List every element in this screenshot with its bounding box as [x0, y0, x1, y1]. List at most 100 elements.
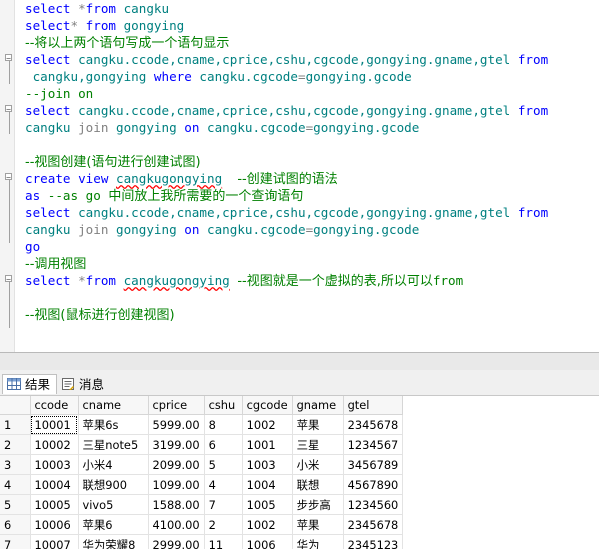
- row-number[interactable]: 4: [0, 474, 31, 495]
- table-row[interactable]: 1 10001 苹果6s 5999.00 8 1002 苹果 2345678: [0, 414, 404, 435]
- code-line[interactable]: select cangku.ccode,cname,cprice,cshu,cg…: [25, 102, 548, 119]
- code-line[interactable]: select cangku.ccode,cname,cprice,cshu,cg…: [25, 204, 548, 221]
- fold-toggle-icon[interactable]: −: [5, 54, 12, 63]
- cell-gname[interactable]: 苹果: [292, 514, 344, 535]
- cell-cgcode[interactable]: 1004: [242, 474, 293, 495]
- row-number[interactable]: 7: [0, 534, 31, 549]
- cell-cprice[interactable]: 4100.00: [148, 514, 205, 535]
- cell-cprice[interactable]: 3199.00: [148, 434, 205, 455]
- cell-cname[interactable]: 华为荣耀8: [78, 534, 149, 549]
- cell-ccode[interactable]: 10003: [30, 454, 79, 475]
- cell-ccode[interactable]: 10004: [30, 474, 79, 495]
- cell-cprice[interactable]: 2999.00: [148, 534, 205, 549]
- cell-cprice[interactable]: 2099.00: [148, 454, 205, 475]
- code-line[interactable]: select *from cangku: [25, 0, 169, 17]
- table-row[interactable]: 6 10006 苹果6 4100.00 2 1002 苹果 2345678: [0, 514, 404, 535]
- code-line[interactable]: as --as go 中间放上我所需要的一个查询语句: [25, 187, 303, 204]
- code-line[interactable]: --视图创建(语句进行创建试图): [25, 153, 201, 170]
- cell-ccode[interactable]: 10007: [30, 534, 79, 549]
- pane-splitter[interactable]: [0, 352, 599, 371]
- column-header-gtel[interactable]: gtel: [343, 396, 404, 415]
- row-number-header[interactable]: [0, 396, 31, 415]
- cell-gname[interactable]: 步步高: [292, 494, 344, 515]
- column-header-gname[interactable]: gname: [292, 396, 344, 415]
- cell-cshu[interactable]: 2: [204, 514, 243, 535]
- cell-cshu[interactable]: 11: [204, 534, 243, 549]
- column-header-cgcode[interactable]: cgcode: [242, 396, 293, 415]
- column-header-ccode[interactable]: ccode: [30, 396, 79, 415]
- cell-cgcode[interactable]: 1001: [242, 434, 293, 455]
- cell-cgcode[interactable]: 1006: [242, 534, 293, 549]
- table-row[interactable]: 4 10004 联想900 1099.00 4 1004 联想 4567890: [0, 474, 404, 495]
- code-line[interactable]: cangku join gongying on cangku.cgcode=go…: [25, 221, 419, 238]
- table-row[interactable]: 5 10005 vivo5 1588.00 7 1005 步步高 1234560: [0, 494, 404, 515]
- code-line[interactable]: go: [25, 238, 40, 255]
- cell-gname[interactable]: 华为: [292, 534, 344, 549]
- cell-cgcode[interactable]: 1003: [242, 454, 293, 475]
- cell-ccode[interactable]: 10005: [30, 494, 79, 515]
- code-line[interactable]: select* from gongying: [25, 17, 184, 34]
- cell-ccode[interactable]: 10006: [30, 514, 79, 535]
- column-header-cshu[interactable]: cshu: [204, 396, 243, 415]
- results-grid[interactable]: ccode cname cprice cshu cgcode gname gte…: [0, 396, 599, 549]
- cell-gname[interactable]: 苹果: [292, 414, 344, 435]
- cell-cname[interactable]: 苹果6: [78, 514, 149, 535]
- table-row[interactable]: 7 10007 华为荣耀8 2999.00 11 1006 华为 2345123: [0, 534, 404, 549]
- cell-cname[interactable]: 苹果6s: [78, 414, 149, 435]
- cell-gname[interactable]: 小米: [292, 454, 344, 475]
- cell-cprice[interactable]: 1588.00: [148, 494, 205, 515]
- cell-gtel[interactable]: 1234567: [343, 434, 404, 455]
- code-line[interactable]: create view cangkugongying --创建试图的语法: [25, 170, 338, 187]
- code-line[interactable]: cangku,gongying where cangku.cgcode=gong…: [25, 68, 412, 85]
- cell-ccode[interactable]: 10002: [30, 434, 79, 455]
- cell-cname[interactable]: 三星note5: [78, 434, 149, 455]
- cell-cprice[interactable]: 1099.00: [148, 474, 205, 495]
- code-line[interactable]: --视图(鼠标进行创建视图): [25, 306, 175, 323]
- cell-cprice[interactable]: 5999.00: [148, 414, 205, 435]
- code-line[interactable]: select cangku.ccode,cname,cprice,cshu,cg…: [25, 51, 548, 68]
- cell-gname[interactable]: 三星: [292, 434, 344, 455]
- cell-gtel[interactable]: 2345123: [343, 534, 404, 549]
- cell-cshu[interactable]: 7: [204, 494, 243, 515]
- cell-cname[interactable]: 联想900: [78, 474, 149, 495]
- table-row[interactable]: 2 10002 三星note5 3199.00 6 1001 三星 1234567: [0, 434, 404, 455]
- code-line[interactable]: select *from cangkugongying --视图就是一个虚拟的表…: [25, 272, 463, 289]
- row-number[interactable]: 2: [0, 434, 31, 455]
- row-number[interactable]: 6: [0, 514, 31, 535]
- tab-results[interactable]: 结果: [2, 374, 58, 394]
- cell-ccode[interactable]: 10001: [30, 414, 79, 435]
- cell-gtel[interactable]: 2345678: [343, 414, 404, 435]
- cell-cshu[interactable]: 6: [204, 434, 243, 455]
- code-line[interactable]: cangku join gongying on cangku.cgcode=go…: [25, 119, 419, 136]
- row-number[interactable]: 3: [0, 454, 31, 475]
- fold-line: [9, 278, 10, 328]
- column-header-cname[interactable]: cname: [78, 396, 149, 415]
- cell-cshu[interactable]: 4: [204, 474, 243, 495]
- query-editor[interactable]: − − − − select *from cangku select* from …: [0, 0, 599, 352]
- cell-cgcode[interactable]: 1002: [242, 514, 293, 535]
- cell-gtel[interactable]: 2345678: [343, 514, 404, 535]
- row-number[interactable]: 5: [0, 494, 31, 515]
- cell-cgcode[interactable]: 1002: [242, 414, 293, 435]
- code-line[interactable]: --join on: [25, 85, 93, 102]
- code-token: from: [517, 205, 549, 220]
- cell-gtel[interactable]: 3456789: [343, 454, 404, 475]
- messages-icon: [62, 378, 74, 390]
- column-header-cprice[interactable]: cprice: [148, 396, 205, 415]
- table-row[interactable]: 3 10003 小米4 2099.00 5 1003 小米 3456789: [0, 454, 404, 475]
- fold-toggle-icon[interactable]: −: [5, 173, 12, 182]
- cell-gtel[interactable]: 1234560: [343, 494, 404, 515]
- cell-cname[interactable]: vivo5: [78, 494, 149, 515]
- cell-cshu[interactable]: 5: [204, 454, 243, 475]
- row-number[interactable]: 1: [0, 414, 31, 435]
- fold-toggle-icon[interactable]: −: [5, 275, 12, 284]
- cell-cname[interactable]: 小米4: [78, 454, 149, 475]
- fold-toggle-icon[interactable]: −: [5, 105, 12, 114]
- cell-cshu[interactable]: 8: [204, 414, 243, 435]
- cell-cgcode[interactable]: 1005: [242, 494, 293, 515]
- cell-gtel[interactable]: 4567890: [343, 474, 404, 495]
- tab-messages[interactable]: 消息: [56, 374, 111, 394]
- cell-gname[interactable]: 联想: [292, 474, 344, 495]
- code-line[interactable]: --将以上两个语句写成一个语句显示: [25, 34, 229, 51]
- code-line[interactable]: --调用视图: [25, 255, 86, 272]
